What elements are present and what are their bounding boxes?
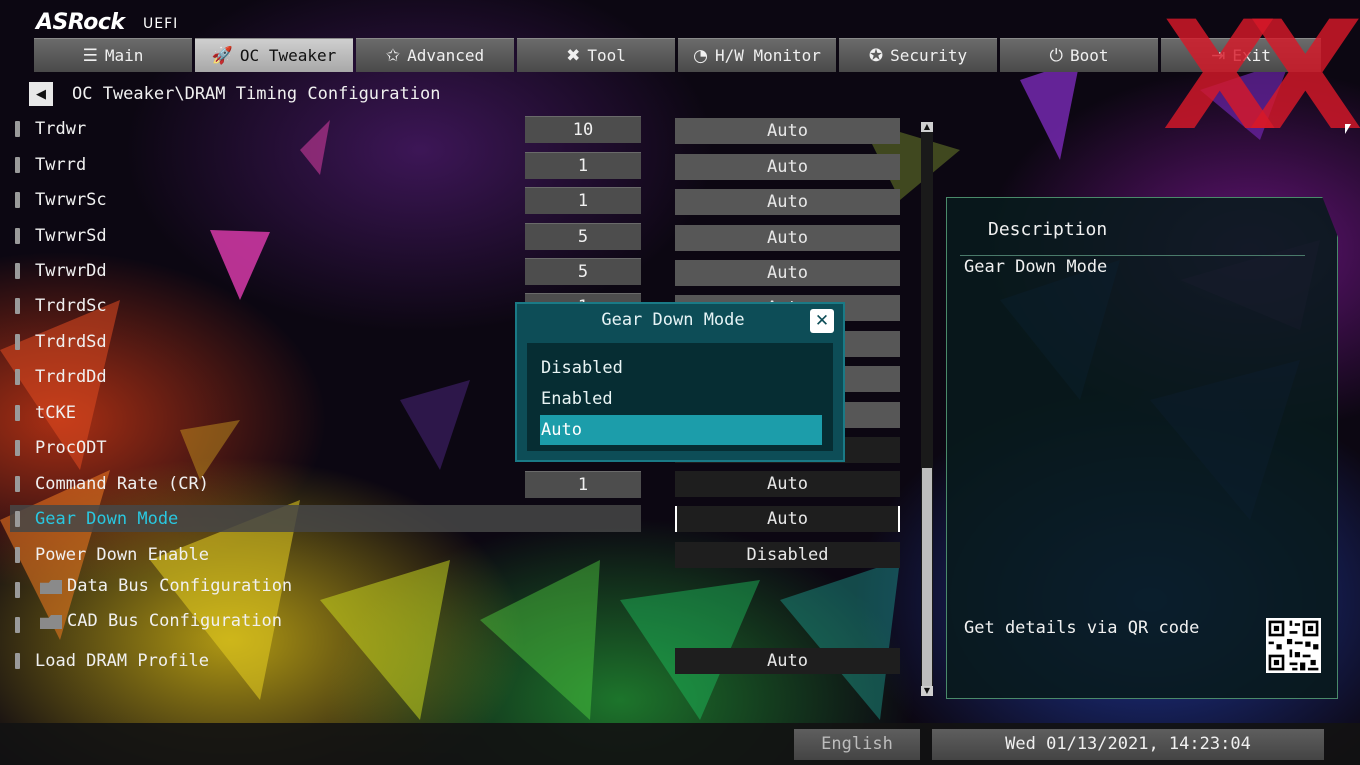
setting-twrwrsd-label[interactable]: TwrwrSd	[35, 223, 107, 249]
dialog-option-enabled[interactable]: Enabled	[540, 384, 822, 414]
row-bullet	[15, 228, 20, 244]
description-text: Gear Down Mode	[964, 257, 1108, 277]
load-dram-profile-option[interactable]: Auto	[675, 648, 900, 674]
scrollbar-thumb[interactable]	[922, 468, 932, 686]
setting-twrwrsc-label[interactable]: TwrwrSc	[35, 187, 107, 213]
setting-tcke-label[interactable]: tCKE	[35, 400, 76, 426]
mouse-cursor-icon	[1345, 124, 1351, 134]
row-bullet	[15, 263, 20, 279]
tab-security[interactable]: ✪ Security	[839, 38, 997, 72]
tab-oc-tweaker[interactable]: 🚀 OC Tweaker	[195, 38, 353, 72]
tab-label: Security	[890, 46, 968, 65]
twrwrdd-value: 5	[525, 258, 641, 285]
twrrd-value: 1	[525, 152, 641, 179]
twrwrsc-value: 1	[525, 187, 641, 214]
twrwrdd-option[interactable]: Auto	[675, 260, 900, 286]
tab-label: OC Tweaker	[239, 46, 337, 65]
row-bullet	[15, 617, 20, 633]
setting-procodt-label[interactable]: ProcODT	[35, 435, 107, 461]
shield-icon: ✪	[868, 45, 884, 66]
dialog-title: Gear Down Mode	[601, 310, 745, 330]
dialog-option-auto[interactable]: Auto	[540, 415, 822, 445]
tab-label: Advanced	[407, 46, 485, 65]
qr-hint: Get details via QR code	[964, 618, 1200, 638]
trdwr-option[interactable]: Auto	[675, 118, 900, 144]
description-title: Description	[988, 219, 1108, 240]
back-button[interactable]: ◀	[29, 82, 53, 106]
tab-boot[interactable]: ⏻ Boot	[1000, 38, 1158, 72]
setting-trdrdsc-label[interactable]: TrdrdSc	[35, 293, 107, 319]
main-tab-bar: ☰ Main 🚀 OC Tweaker ✩ Advanced ✖ Tool ◔ H/W M…	[34, 38, 1321, 72]
tools-icon: ✖	[566, 45, 581, 66]
setting-trdrddd-label[interactable]: TrdrdDd	[35, 364, 107, 390]
tab-label: H/W Monitor	[714, 46, 821, 65]
list-icon: ☰	[82, 45, 98, 66]
setting-twrwrdd-label[interactable]: TwrwrDd	[35, 258, 107, 284]
row-bullet	[15, 511, 20, 527]
setting-power-down-enable-label[interactable]: Power Down Enable	[35, 542, 209, 568]
twrrd-option[interactable]: Auto	[675, 154, 900, 180]
tab-hw-monitor[interactable]: ◔ H/W Monitor	[678, 38, 836, 72]
tab-tool[interactable]: ✖ Tool	[517, 38, 675, 72]
row-bullet	[15, 121, 20, 137]
setting-trdrdsd-label[interactable]: TrdrdSd	[35, 329, 107, 355]
twrwrsd-value: 5	[525, 223, 641, 250]
arrow-left-icon: ◀	[36, 86, 46, 102]
setting-trdwr-label[interactable]: Trdwr	[35, 116, 86, 142]
row-bullet	[15, 440, 20, 456]
gauge-icon: ◔	[693, 45, 708, 66]
close-icon[interactable]: ✕	[810, 309, 834, 333]
description-divider	[960, 255, 1305, 256]
row-bullet	[15, 547, 20, 563]
setting-gear-down-mode-label[interactable]: Gear Down Mode	[35, 506, 178, 532]
asrock-logo: ASRock	[36, 10, 125, 35]
tab-label: Tool	[587, 46, 626, 65]
scroll-up-arrow-icon[interactable]: ▲	[921, 122, 933, 132]
power-down-enable-option[interactable]: Disabled	[675, 542, 900, 568]
twrwrsd-option[interactable]: Auto	[675, 225, 900, 251]
tab-label: Main	[104, 46, 144, 65]
trdwr-value: 10	[525, 116, 641, 143]
row-bullet	[15, 157, 20, 173]
uefi-label: UEFI	[143, 16, 179, 32]
qr-code-icon[interactable]	[1266, 618, 1321, 673]
row-bullet	[15, 192, 20, 208]
row-bullet	[15, 298, 20, 314]
twrwrsc-option[interactable]: Auto	[675, 189, 900, 215]
breadcrumb: OC Tweaker\DRAM Timing Configuration	[72, 84, 441, 104]
command-rate-option[interactable]: Auto	[675, 471, 900, 497]
command-rate-value: 1	[525, 471, 641, 498]
power-icon: ⏻	[1049, 45, 1063, 66]
setting-load-dram-profile-label[interactable]: Load DRAM Profile	[35, 648, 209, 674]
xx-watermark: XX	[1162, 0, 1360, 164]
language-selector[interactable]: English	[794, 729, 920, 760]
rocket-icon: 🚀	[211, 45, 233, 66]
star-icon: ✩	[385, 45, 401, 66]
submenu-data-bus-configuration[interactable]: Data Bus Configuration	[67, 573, 292, 599]
scroll-down-arrow-icon[interactable]: ▼	[921, 686, 933, 696]
row-bullet	[15, 653, 20, 669]
dialog-option-disabled[interactable]: Disabled	[540, 353, 822, 383]
tab-label: Boot	[1069, 46, 1109, 65]
setting-twrrd-label[interactable]: Twrrd	[35, 152, 86, 178]
row-bullet	[15, 582, 20, 598]
row-bullet	[15, 369, 20, 385]
gear-down-mode-option[interactable]: Auto	[675, 506, 900, 532]
setting-command-rate-label[interactable]: Command Rate (CR)	[35, 471, 209, 497]
tab-advanced[interactable]: ✩ Advanced	[356, 38, 514, 72]
submenu-cad-bus-configuration[interactable]: CAD Bus Configuration	[67, 608, 282, 634]
datetime-display: Wed 01/13/2021, 14:23:04	[932, 729, 1324, 760]
row-bullet	[15, 334, 20, 350]
row-bullet	[15, 476, 20, 492]
tab-main[interactable]: ☰ Main	[34, 38, 192, 72]
row-bullet	[15, 405, 20, 421]
